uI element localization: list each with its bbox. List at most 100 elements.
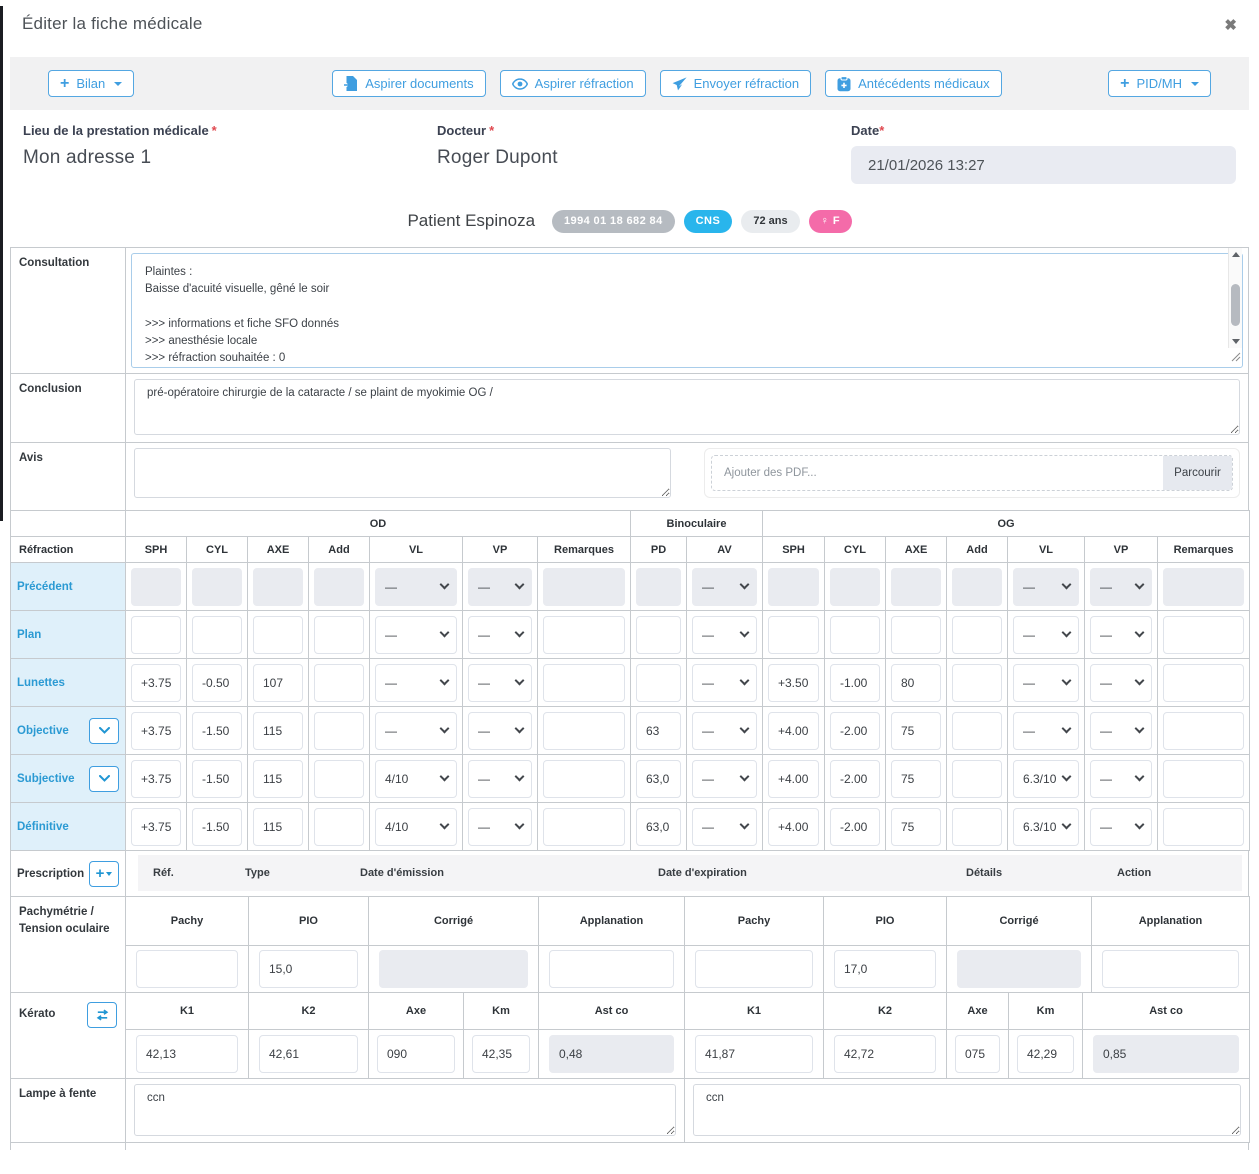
og-vl-select[interactable]: 6.3/10 xyxy=(1013,808,1079,846)
og-add-input[interactable] xyxy=(952,664,1002,702)
od-remarques-input[interactable] xyxy=(543,568,625,606)
od-vl-select[interactable]: 4/10 xyxy=(375,808,457,846)
og-remarques-input[interactable] xyxy=(1163,568,1244,606)
subjective-expand-button[interactable] xyxy=(89,766,119,792)
og-add-input[interactable] xyxy=(952,568,1002,606)
aspirer-refraction-button[interactable]: Aspirer réfraction xyxy=(500,70,646,97)
og-axe-input[interactable] xyxy=(955,1035,1000,1073)
og-remarques-input[interactable] xyxy=(1163,616,1244,654)
od-axe-input[interactable] xyxy=(253,760,303,798)
od-add-input[interactable] xyxy=(314,760,364,798)
og-k1-input[interactable] xyxy=(695,1035,813,1073)
og-sph-input[interactable] xyxy=(768,712,819,750)
og-vl-select[interactable]: 6.3/10 xyxy=(1013,760,1079,798)
og-km-input[interactable] xyxy=(1017,1035,1074,1073)
og-sph-input[interactable] xyxy=(768,616,819,654)
pd-input[interactable] xyxy=(636,664,681,702)
od-add-input[interactable] xyxy=(314,664,364,702)
od-vl-select[interactable]: — xyxy=(375,568,457,606)
pid-mh-button[interactable]: + PID/MH xyxy=(1108,70,1211,97)
od-sph-input[interactable] xyxy=(131,616,181,654)
og-vl-select[interactable]: — xyxy=(1013,712,1079,750)
og-sph-input[interactable] xyxy=(768,808,819,846)
pd-input[interactable] xyxy=(636,760,681,798)
og-vp-select[interactable]: — xyxy=(1090,664,1152,702)
od-km-input[interactable] xyxy=(472,1035,530,1073)
od-add-input[interactable] xyxy=(314,712,364,750)
og-vp-select[interactable]: — xyxy=(1090,760,1152,798)
od-cyl-input[interactable] xyxy=(192,568,242,606)
av-select[interactable]: — xyxy=(692,664,757,702)
og-vl-select[interactable]: — xyxy=(1013,616,1079,654)
av-select[interactable]: — xyxy=(692,712,757,750)
og-remarques-input[interactable] xyxy=(1163,712,1244,750)
lieu-value[interactable]: Mon adresse 1 xyxy=(23,147,437,169)
og-sph-input[interactable] xyxy=(768,664,819,702)
od-vp-select[interactable]: — xyxy=(468,712,532,750)
od-vp-select[interactable]: — xyxy=(468,760,532,798)
og-sph-input[interactable] xyxy=(768,568,819,606)
pd-input[interactable] xyxy=(636,568,681,606)
og-vp-select[interactable]: — xyxy=(1090,568,1152,606)
pd-input[interactable] xyxy=(636,712,681,750)
og-axe-input[interactable] xyxy=(891,808,941,846)
av-select[interactable]: — xyxy=(692,616,757,654)
scrollbar-thumb[interactable] xyxy=(1231,284,1240,326)
avis-textarea[interactable] xyxy=(134,448,671,498)
od-sph-input[interactable] xyxy=(131,808,181,846)
og-astco-input[interactable] xyxy=(1093,1035,1239,1073)
og-vp-select[interactable]: — xyxy=(1090,808,1152,846)
og-pio-input[interactable] xyxy=(834,950,936,988)
og-add-input[interactable] xyxy=(952,712,1002,750)
og-vl-select[interactable]: — xyxy=(1013,568,1079,606)
od-corrige-input[interactable] xyxy=(379,950,528,988)
od-sph-input[interactable] xyxy=(131,712,181,750)
og-cyl-input[interactable] xyxy=(830,568,880,606)
og-cyl-input[interactable] xyxy=(830,712,880,750)
od-axe-input[interactable] xyxy=(253,808,303,846)
lampe-og-textarea[interactable] xyxy=(693,1084,1241,1136)
aspirer-documents-button[interactable]: Aspirer documents xyxy=(332,70,485,97)
od-k2-input[interactable] xyxy=(259,1035,358,1073)
og-corrige-input[interactable] xyxy=(957,950,1081,988)
og-cyl-input[interactable] xyxy=(830,808,880,846)
date-input[interactable] xyxy=(851,146,1236,184)
od-cyl-input[interactable] xyxy=(192,760,242,798)
od-remarques-input[interactable] xyxy=(543,664,625,702)
av-select[interactable]: — xyxy=(692,760,757,798)
od-pachy-input[interactable] xyxy=(136,950,238,988)
od-axe-input[interactable] xyxy=(253,616,303,654)
od-cyl-input[interactable] xyxy=(192,616,242,654)
av-select[interactable]: — xyxy=(692,568,757,606)
og-add-input[interactable] xyxy=(952,760,1002,798)
docteur-value[interactable]: Roger Dupont xyxy=(437,147,851,169)
od-sph-input[interactable] xyxy=(131,664,181,702)
antecedents-medicaux-button[interactable]: Antécédents médicaux xyxy=(825,70,1002,97)
pd-input[interactable] xyxy=(636,616,681,654)
og-sph-input[interactable] xyxy=(768,760,819,798)
od-cyl-input[interactable] xyxy=(192,712,242,750)
od-vp-select[interactable]: — xyxy=(468,808,532,846)
od-add-input[interactable] xyxy=(314,616,364,654)
og-cyl-input[interactable] xyxy=(830,616,880,654)
og-vp-select[interactable]: — xyxy=(1090,712,1152,750)
conclusion-textarea[interactable] xyxy=(134,379,1240,435)
od-vl-select[interactable]: — xyxy=(375,712,457,750)
og-vp-select[interactable]: — xyxy=(1090,616,1152,654)
og-remarques-input[interactable] xyxy=(1163,664,1244,702)
og-applanation-input[interactable] xyxy=(1102,950,1239,988)
od-axe-input[interactable] xyxy=(253,664,303,702)
od-sph-input[interactable] xyxy=(131,568,181,606)
consultation-scrollbar[interactable] xyxy=(1228,248,1242,348)
bilan-button[interactable]: + Bilan xyxy=(48,70,134,97)
od-vl-select[interactable]: — xyxy=(375,616,457,654)
og-axe-input[interactable] xyxy=(891,760,941,798)
od-add-input[interactable] xyxy=(314,808,364,846)
od-remarques-input[interactable] xyxy=(543,616,625,654)
og-add-input[interactable] xyxy=(952,616,1002,654)
close-icon[interactable]: ✖ xyxy=(1224,16,1237,34)
od-vp-select[interactable]: — xyxy=(468,664,532,702)
objective-expand-button[interactable] xyxy=(89,718,119,744)
og-axe-input[interactable] xyxy=(891,568,941,606)
od-remarques-input[interactable] xyxy=(543,712,625,750)
